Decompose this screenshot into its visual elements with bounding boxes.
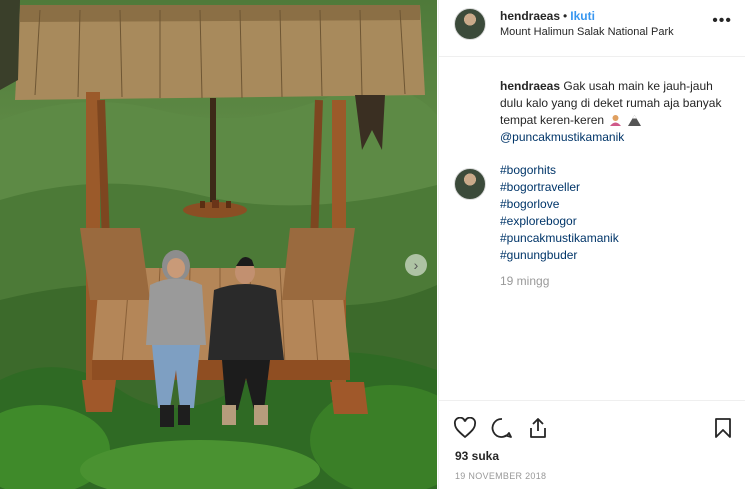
post-caption: hendraeas Gak usah main ke jauh-jauh dul… [500,78,732,146]
avatar[interactable] [454,8,486,40]
hashtag-link[interactable]: #explorebogor [500,213,619,230]
bookmark-icon[interactable] [713,417,733,439]
person-emoji-icon [610,115,622,126]
post-side-panel: hendraeas • Ikuti Mount Halimun Salak Nati… [438,0,745,489]
mention-link[interactable]: @puncakmustikamanik [500,130,624,144]
hashtag-link[interactable]: #puncakmustikamanik [500,230,619,247]
share-icon[interactable] [527,417,549,439]
mountain-emoji-icon [627,115,641,126]
comment-avatar[interactable] [454,168,486,200]
post-header: hendraeas • Ikuti Mount Halimun Salak Nati… [439,0,745,57]
separator-dot: • [563,9,568,23]
comment-time: 19 mingg [500,274,550,288]
username-link[interactable]: hendraeas [500,9,560,23]
hashtag-link[interactable]: #bogorhits [500,162,619,179]
post-actions: 93 suka 19 NOVEMBER 2018 [439,400,745,491]
more-options-icon[interactable]: ••• [712,12,732,30]
header-user-line: hendraeas • Ikuti [500,9,595,23]
chevron-right-icon: › [413,257,419,273]
photo-illustration [0,0,437,489]
likes-count[interactable]: 93 suka [455,449,499,463]
hashtag-link[interactable]: #gunungbuder [500,247,619,264]
hashtag-link[interactable]: #bogortraveller [500,179,619,196]
post-photo[interactable]: › [0,0,437,489]
post-date: 19 NOVEMBER 2018 [455,471,547,481]
comment-icon[interactable] [490,417,514,439]
carousel-next-button[interactable]: › [405,254,427,276]
heart-icon[interactable] [453,417,477,439]
instagram-post: › hendraeas • Ikuti Mount Halimun Salak Na… [0,0,745,489]
caption-username[interactable]: hendraeas [500,79,560,93]
hashtag-list: #bogorhits #bogortraveller #bogorlove #e… [500,162,619,264]
hashtag-link[interactable]: #bogorlove [500,196,619,213]
location-link[interactable]: Mount Halimun Salak National Park [500,26,674,38]
follow-button[interactable]: Ikuti [570,9,595,23]
